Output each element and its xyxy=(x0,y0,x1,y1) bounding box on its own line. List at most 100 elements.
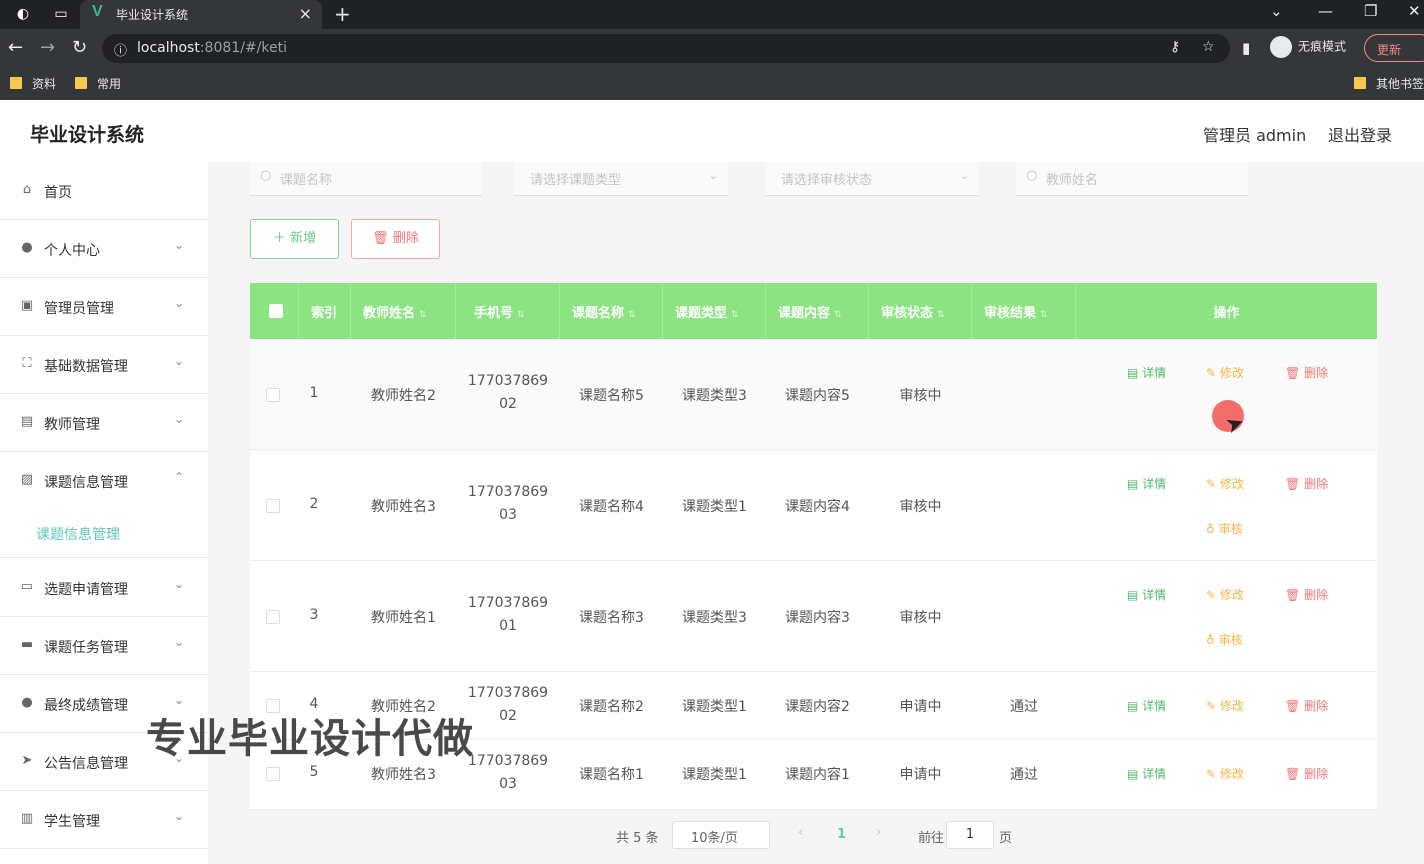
row-checkbox[interactable] xyxy=(266,388,280,402)
next-page-icon[interactable]: › xyxy=(876,825,881,840)
browser-tab[interactable]: V 毕业设计系统 × xyxy=(80,0,322,29)
edit-label: 修改 xyxy=(1219,767,1244,781)
tab-strip-icon[interactable]: ▭ xyxy=(50,4,72,24)
cell-type: 课题类型1 xyxy=(682,767,747,783)
col-status[interactable]: 审核状态 ⇅ xyxy=(869,283,972,339)
update-button[interactable]: 更新 xyxy=(1364,34,1424,62)
sidebar-item-tasks[interactable]: ▬ 课题任务管理 ⌄ xyxy=(0,617,208,675)
edit-button[interactable]: ✎ 修改 xyxy=(1206,697,1244,714)
edit-label: 修改 xyxy=(1219,477,1244,491)
sidebar-item-basedata[interactable]: ⛶ 基础数据管理 ⌄ xyxy=(0,336,208,394)
sidebar-subitem-topic-info[interactable]: 课题信息管理 xyxy=(0,508,208,558)
audit-button[interactable]: ♁ 审核 xyxy=(1206,520,1243,537)
teacher-name-search-input[interactable]: ○ 教师姓名 xyxy=(1016,162,1248,196)
site-info-icon[interactable]: ⓘ xyxy=(114,40,127,59)
header-select-all[interactable] xyxy=(250,283,299,339)
close-tab-icon[interactable]: × xyxy=(299,4,312,23)
delete-button[interactable]: 🗑 删除 xyxy=(1285,364,1328,381)
back-icon[interactable]: ← xyxy=(8,37,23,58)
bookmark-folder-changyong[interactable]: 常用 xyxy=(75,75,121,92)
page-size-select[interactable]: 10条/页 ⌄ xyxy=(672,821,770,849)
col-content[interactable]: 课题内容 ⇅ xyxy=(766,283,869,339)
delete-button[interactable]: 🗑 删除 xyxy=(1285,475,1328,492)
incognito-indicator[interactable]: 无痕模式 xyxy=(1270,36,1346,58)
table-row[interactable]: 3 教师姓名1 177037869 01 课题名称3 课题类型3 课题内容3 审… xyxy=(250,561,1377,672)
forward-icon[interactable]: → xyxy=(40,37,55,58)
chevron-down-icon: ⌄ xyxy=(174,296,185,310)
url-input[interactable]: ⓘ localhost:8081/#/keti ⚷ ☆ xyxy=(102,34,1230,63)
audit-status-select[interactable]: 请选择审核状态 ⌄ xyxy=(765,162,979,196)
edit-button[interactable]: ✎ 修改 xyxy=(1206,586,1244,603)
edit-button[interactable]: ✎ 修改 xyxy=(1206,475,1244,492)
sort-icon[interactable]: ⇅ xyxy=(834,310,842,320)
cell-content: 课题内容3 xyxy=(785,610,850,626)
select-all-checkbox[interactable] xyxy=(269,304,283,318)
chevron-down-icon: ⌄ xyxy=(708,169,718,182)
new-tab-icon[interactable]: + xyxy=(334,2,351,26)
goto-page-input[interactable]: 1 xyxy=(946,821,994,849)
detail-button[interactable]: ▤ 详情 xyxy=(1127,475,1166,492)
update-label: 更新 xyxy=(1377,43,1402,57)
sidebar-item-personal[interactable]: ● 个人中心 ⌄ xyxy=(0,220,208,278)
sidebar-item-topics[interactable]: ▨ 课题信息管理 ⌃ xyxy=(0,452,208,510)
sort-icon[interactable]: ⇅ xyxy=(628,310,636,320)
table-row[interactable]: 1 教师姓名2 177037869 02 课题名称5 课题类型3 课题内容5 审… xyxy=(250,339,1377,450)
detail-button[interactable]: ▤ 详情 xyxy=(1127,765,1166,782)
sidebar-item-home[interactable]: ⌂ 首页 xyxy=(0,162,208,220)
audit-button[interactable]: ♁ 审核 xyxy=(1206,631,1243,648)
sidebar-item-teachers[interactable]: ▤ 教师管理 ⌄ xyxy=(0,394,208,452)
row-checkbox[interactable] xyxy=(266,499,280,513)
topic-name-search-input[interactable]: ○ 课题名称 xyxy=(250,162,482,196)
key-icon[interactable]: ⚷ xyxy=(1170,39,1180,55)
bookmark-folder-other[interactable]: 其他书签 xyxy=(1354,75,1424,92)
col-teacher[interactable]: 教师姓名 ⇅ xyxy=(351,283,456,339)
row-checkbox[interactable] xyxy=(266,610,280,624)
app-title: 毕业设计系统 xyxy=(30,124,145,146)
sidebar-item-students[interactable]: ▥ 学生管理 ⌄ xyxy=(0,791,208,849)
detail-button[interactable]: ▤ 详情 xyxy=(1127,364,1166,381)
reload-icon[interactable]: ↻ xyxy=(72,37,87,58)
edit-button[interactable]: ✎ 修改 xyxy=(1206,765,1244,782)
detail-label: 详情 xyxy=(1142,699,1167,713)
batch-delete-button[interactable]: 🗑 删除 xyxy=(351,219,440,259)
delete-button[interactable]: 🗑 删除 xyxy=(1285,586,1328,603)
monitor-icon: ▬ xyxy=(20,637,34,652)
sidebar-item-label: 最终成绩管理 xyxy=(44,698,128,714)
sort-icon[interactable]: ⇅ xyxy=(731,310,739,320)
cell-type: 课题类型3 xyxy=(682,610,747,626)
col-result[interactable]: 审核结果 ⇅ xyxy=(972,283,1076,339)
bookmark-star-icon[interactable]: ☆ xyxy=(1202,39,1215,55)
add-button[interactable]: ＋ 新增 xyxy=(250,219,339,259)
col-type[interactable]: 课题类型 ⇅ xyxy=(663,283,766,339)
detail-button[interactable]: ▤ 详情 xyxy=(1127,697,1166,714)
prev-page-icon[interactable]: ‹ xyxy=(798,825,803,840)
sort-icon[interactable]: ⇅ xyxy=(937,310,945,320)
vue-logo-icon: V xyxy=(92,3,103,20)
table-row[interactable]: 2 教师姓名3 177037869 03 课题名称4 课题类型1 课题内容4 审… xyxy=(250,450,1377,561)
delete-button[interactable]: 🗑 删除 xyxy=(1285,697,1328,714)
cell-index: 5 xyxy=(309,764,319,780)
col-topic[interactable]: 课题名称 ⇅ xyxy=(560,283,663,339)
restore-icon[interactable]: ❐ xyxy=(1364,2,1377,20)
detail-button[interactable]: ▤ 详情 xyxy=(1127,586,1166,603)
cell-topic: 课题名称3 xyxy=(579,610,644,626)
bookmark-folder-ziliao[interactable]: 资料 xyxy=(10,75,56,92)
tab-search-icon[interactable]: ⌄ xyxy=(1270,2,1283,20)
page-number-current[interactable]: 1 xyxy=(837,827,846,842)
sort-icon[interactable]: ⇅ xyxy=(1040,310,1048,320)
topic-type-select[interactable]: 请选择课题类型 ⌄ xyxy=(514,162,728,196)
browser-menu-icon[interactable]: ◐ xyxy=(12,4,34,24)
sidebar-item-applications[interactable]: ▭ 选题申请管理 ⌄ xyxy=(0,559,208,617)
logout-link[interactable]: 退出登录 xyxy=(1328,122,1392,146)
delete-button[interactable]: 🗑 删除 xyxy=(1285,765,1328,782)
col-phone[interactable]: 手机号 ⇅ xyxy=(456,283,560,339)
minimize-icon[interactable]: — xyxy=(1318,2,1333,20)
sidebar-item-admins[interactable]: ▣ 管理员管理 ⌄ xyxy=(0,278,208,336)
sidepanel-icon[interactable]: ▮ xyxy=(1242,39,1250,57)
edit-button[interactable]: ✎ 修改 xyxy=(1206,364,1244,381)
row-checkbox[interactable] xyxy=(266,767,280,781)
sort-icon[interactable]: ⇅ xyxy=(419,310,427,320)
delete-label: 删除 xyxy=(1304,366,1329,380)
close-window-icon[interactable]: ✕ xyxy=(1408,2,1421,20)
sort-icon[interactable]: ⇅ xyxy=(517,310,525,320)
